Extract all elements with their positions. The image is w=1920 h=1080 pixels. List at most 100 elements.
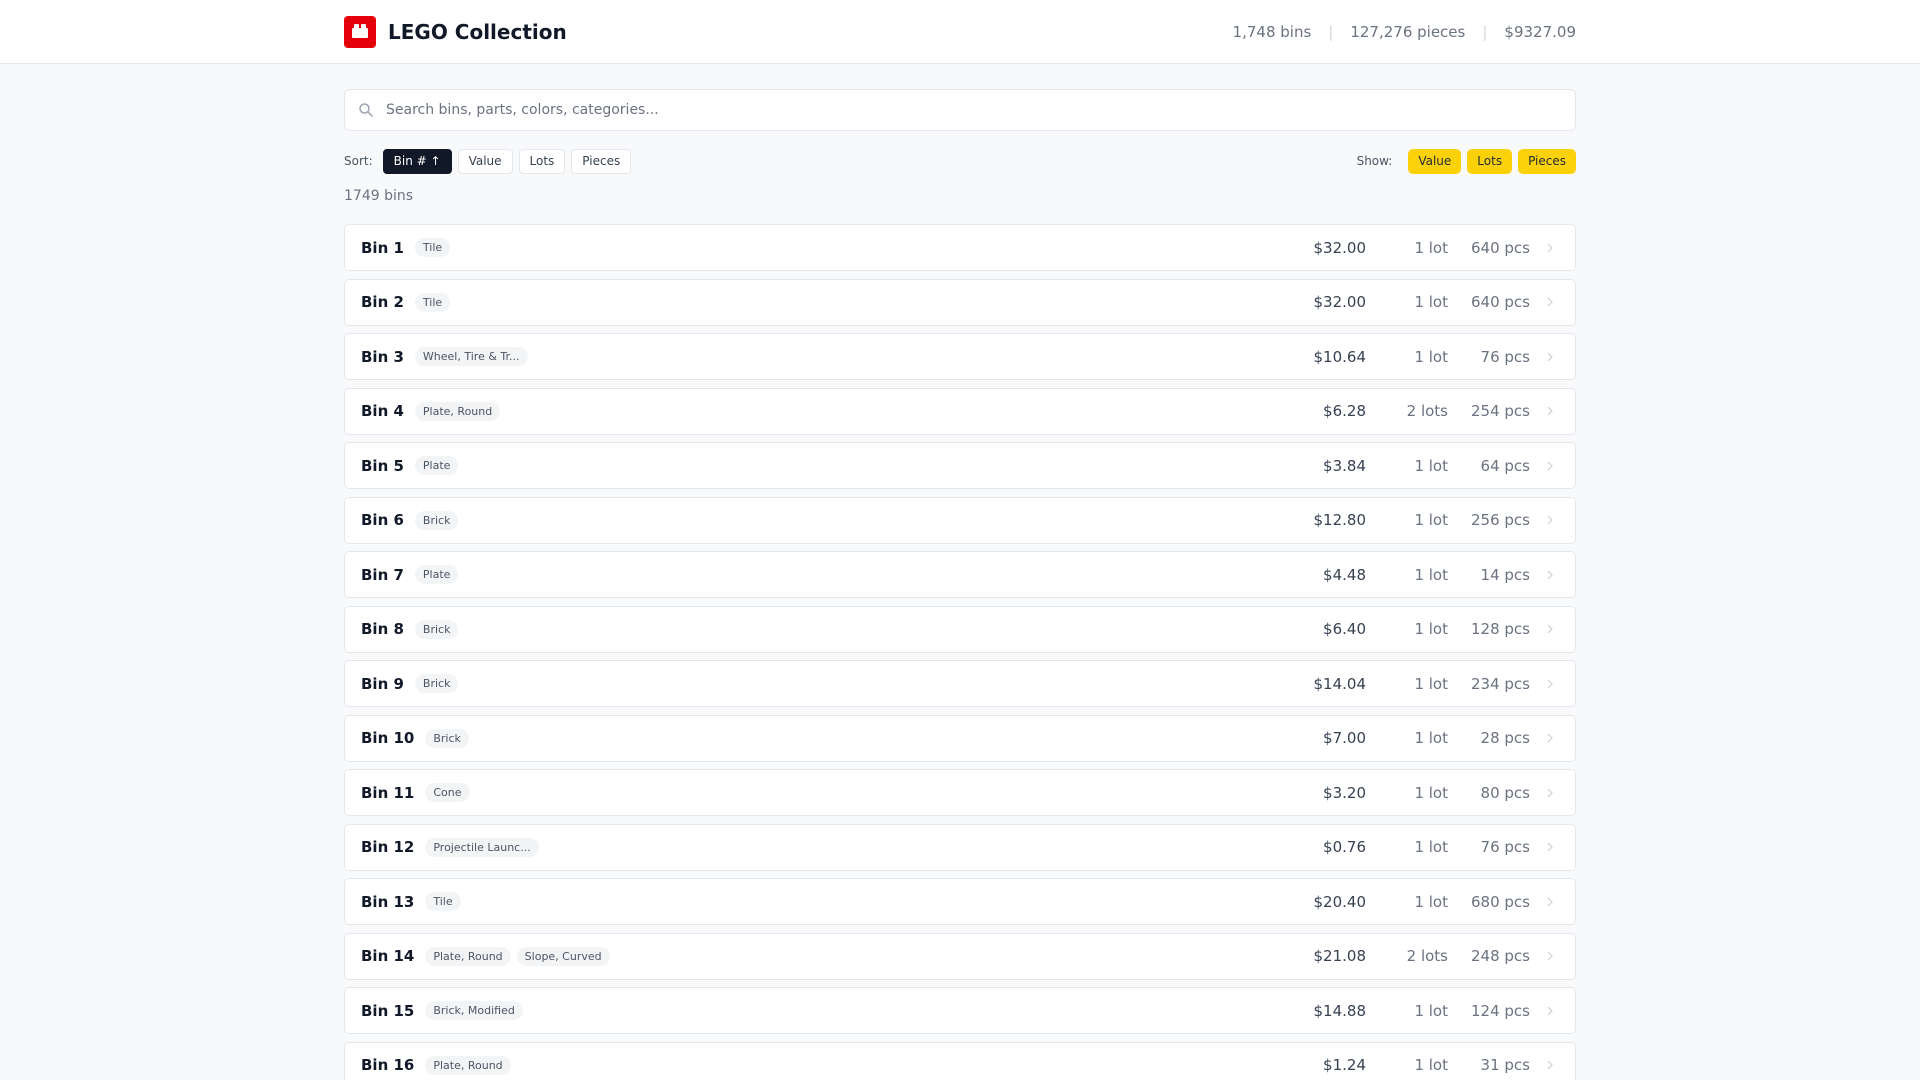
bin-pieces: 234 pcs	[1471, 674, 1530, 693]
sort-controls: Sort: Bin # ↑ Value Lots Pieces	[344, 148, 637, 174]
category-tag: Projectile Launc...	[425, 837, 539, 857]
sort-label: Sort:	[344, 154, 373, 168]
show-lots-toggle[interactable]: Lots	[1467, 148, 1513, 174]
category-tag: Plate	[414, 565, 459, 584]
bin-row[interactable]: Bin 6 Brick $12.80 1 lot 256 pcs	[344, 496, 1576, 544]
sort-bin-button[interactable]: Bin # ↑	[382, 148, 452, 174]
sort-lots-button[interactable]: Lots	[518, 148, 566, 174]
chevron-right-icon	[1547, 1060, 1553, 1070]
bin-lots: 1 lot	[1414, 674, 1448, 693]
bin-name: Bin 14	[361, 947, 415, 965]
bin-tags: Brick	[425, 728, 1276, 748]
category-tag: Plate, Round	[425, 1055, 511, 1075]
bin-tags: Projectile Launc...	[425, 837, 1276, 857]
bin-value: $14.88	[1313, 1001, 1367, 1020]
bin-tags: Wheel, Tire & Tr...	[414, 347, 1276, 366]
bin-row[interactable]: Bin 1 Tile $32.00 1 lot 640 pcs	[344, 224, 1576, 271]
bin-tags: Tile	[414, 238, 1276, 257]
bin-lots: 1 lot	[1414, 892, 1448, 911]
sort-pieces-button[interactable]: Pieces	[571, 148, 632, 174]
bin-tags: Brick	[414, 674, 1276, 693]
bin-row[interactable]: Bin 5 Plate $3.84 1 lot 64 pcs	[344, 442, 1576, 489]
chevron-right-icon	[1547, 297, 1553, 307]
bin-value: $4.48	[1323, 565, 1366, 584]
bin-pieces: 248 pcs	[1471, 947, 1530, 965]
bin-pieces: 640 pcs	[1471, 293, 1530, 311]
category-tag: Brick	[414, 619, 459, 639]
bin-lots: 1 lot	[1414, 456, 1448, 475]
bin-name: Bin 2	[361, 293, 404, 311]
category-tag: Plate, Round	[425, 946, 511, 966]
bin-row[interactable]: Bin 11 Cone $3.20 1 lot 80 pcs	[344, 769, 1576, 816]
bin-pieces: 124 pcs	[1471, 1001, 1530, 1020]
bin-lots: 1 lot	[1414, 1056, 1448, 1074]
chevron-right-icon	[1547, 352, 1553, 361]
bin-name: Bin 12	[361, 838, 415, 856]
bin-list: Bin 1 Tile $32.00 1 lot 640 pcs Bin 2 Tile $32.…	[344, 224, 1576, 1080]
bin-row[interactable]: Bin 9 Brick $14.04 1 lot 234 pcs	[344, 660, 1576, 707]
bin-row[interactable]: Bin 8 Brick $6.40 1 lot 128 pcs	[344, 605, 1576, 653]
brand[interactable]: LEGO Collection	[344, 16, 567, 48]
bin-row[interactable]: Bin 16 Plate, Round $1.24 1 lot 31 pcs	[344, 1041, 1576, 1080]
bin-name: Bin 10	[361, 729, 415, 747]
bin-value: $12.80	[1313, 511, 1367, 529]
bin-value: $3.84	[1323, 456, 1366, 475]
bin-tags: Plate, Round Slope, Curved	[425, 946, 1276, 966]
chevron-right-icon	[1547, 897, 1553, 906]
lego-brick-icon	[344, 16, 376, 48]
bin-row[interactable]: Bin 15 Brick, Modified $14.88 1 lot 124 pcs	[344, 987, 1576, 1034]
chevron-right-icon	[1547, 624, 1553, 634]
chevron-right-icon	[1547, 842, 1553, 852]
chevron-right-icon	[1547, 951, 1553, 961]
show-label: Show:	[1356, 154, 1393, 168]
bin-row[interactable]: Bin 3 Wheel, Tire & Tr... $10.64 1 lot 76 pc…	[344, 333, 1576, 380]
bin-lots: 1 lot	[1414, 729, 1448, 747]
category-tag: Wheel, Tire & Tr...	[414, 347, 528, 366]
bin-pieces: 76 pcs	[1480, 838, 1530, 856]
bins-count: 1,748 bins	[1232, 23, 1312, 41]
bin-row[interactable]: Bin 13 Tile $20.40 1 lot 680 pcs	[344, 878, 1576, 925]
pieces-count: 127,276 pieces	[1350, 23, 1466, 41]
bin-lots: 1 lot	[1414, 620, 1448, 638]
bin-lots: 1 lot	[1414, 511, 1448, 529]
bin-tags: Plate	[414, 565, 1276, 584]
bin-name: Bin 7	[361, 565, 404, 584]
search-input[interactable]	[386, 102, 1536, 118]
bin-value: $7.00	[1323, 729, 1366, 747]
bin-name: Bin 9	[361, 674, 404, 693]
bin-row[interactable]: Bin 4 Plate, Round $6.28 2 lots 254 pcs	[344, 387, 1576, 435]
bin-value: $32.00	[1313, 238, 1367, 257]
bin-row[interactable]: Bin 14 Plate, Round Slope, Curved $21.08 2 l…	[344, 932, 1576, 980]
bin-tags: Tile	[414, 292, 1276, 312]
bin-pieces: 31 pcs	[1480, 1056, 1530, 1074]
bin-tags: Plate	[414, 456, 1276, 475]
show-pieces-toggle[interactable]: Pieces	[1518, 148, 1576, 174]
bin-name: Bin 5	[361, 456, 404, 475]
bin-row[interactable]: Bin 7 Plate $4.48 1 lot 14 pcs	[344, 551, 1576, 598]
collection-stats: 1,748 bins | 127,276 pieces | $9327.09	[1233, 23, 1576, 41]
category-tag: Cone	[425, 783, 470, 802]
bin-row[interactable]: Bin 10 Brick $7.00 1 lot 28 pcs	[344, 714, 1576, 762]
bin-pieces: 680 pcs	[1471, 892, 1530, 911]
bin-value: $32.00	[1313, 293, 1367, 311]
search-icon	[359, 103, 373, 117]
bin-name: Bin 4	[361, 402, 404, 420]
bin-lots: 1 lot	[1414, 838, 1448, 856]
bin-tags: Brick, Modified	[425, 1001, 1276, 1020]
show-value-toggle[interactable]: Value	[1408, 148, 1462, 174]
bin-value: $20.40	[1313, 892, 1367, 911]
list-controls: Sort: Bin # ↑ Value Lots Pieces Show: Va…	[344, 148, 1576, 174]
category-tag: Brick, Modified	[425, 1001, 523, 1020]
chevron-right-icon	[1547, 406, 1553, 416]
bin-name: Bin 11	[361, 783, 415, 802]
category-tag: Slope, Curved	[516, 946, 610, 966]
sort-value-button[interactable]: Value	[457, 148, 513, 174]
bin-lots: 1 lot	[1414, 293, 1448, 311]
bin-row[interactable]: Bin 2 Tile $32.00 1 lot 640 pcs	[344, 278, 1576, 326]
search-bar[interactable]	[344, 89, 1576, 131]
bin-tags: Plate, Round	[425, 1055, 1276, 1075]
bin-name: Bin 13	[361, 892, 415, 911]
chevron-right-icon	[1547, 788, 1553, 797]
category-tag: Tile	[425, 892, 461, 911]
bin-row[interactable]: Bin 12 Projectile Launc... $0.76 1 lot 76 pc…	[344, 823, 1576, 871]
